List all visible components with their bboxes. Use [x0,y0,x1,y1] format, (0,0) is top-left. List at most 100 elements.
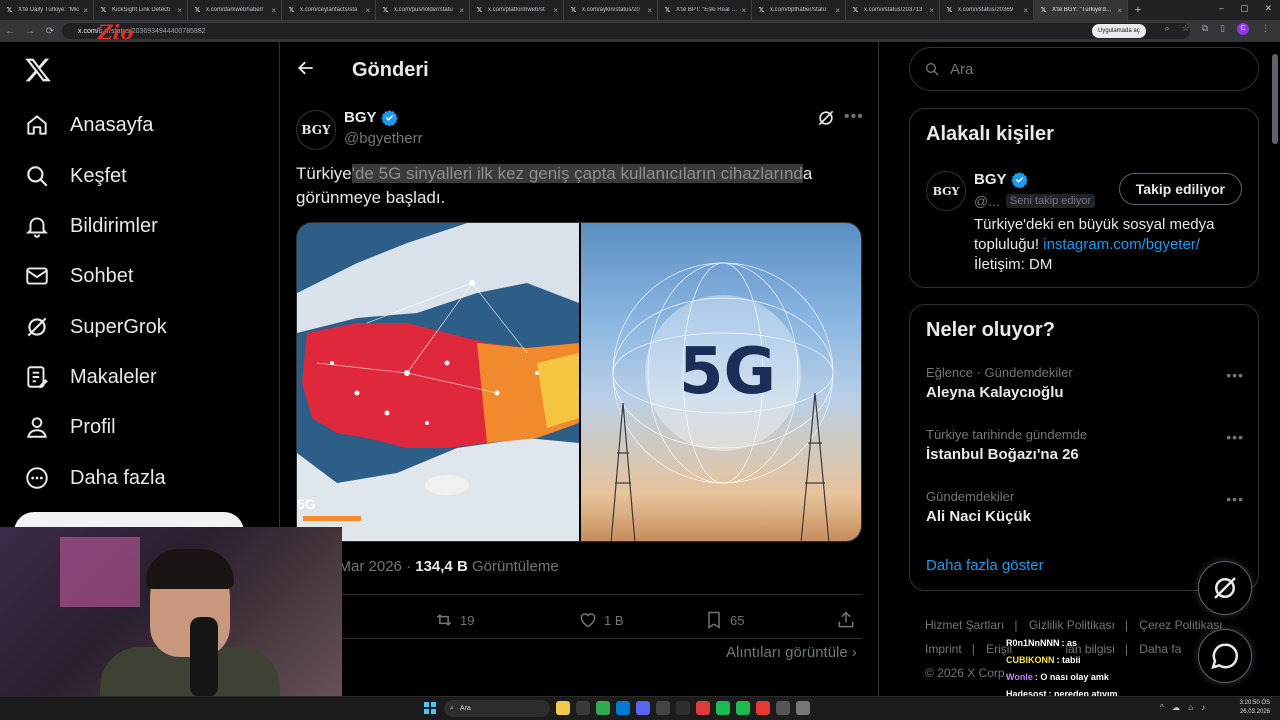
browser-tab[interactable]: 𝕏x.com/pusholder/statu × [376,0,470,20]
bio-instagram-link[interactable]: instagram.com/bgyeter/ [1043,236,1200,253]
extensions-icon[interactable]: ⧉ [1202,23,1208,35]
trend-more-icon[interactable]: ••• [1226,491,1244,507]
app-icon[interactable] [736,701,750,715]
footer-link[interactable]: Imprint [925,642,962,656]
browser-tab[interactable]: 𝕏 X'te BGY: "Türkiye'de 5 × [1034,0,1128,20]
close-tab-icon[interactable]: × [271,6,276,15]
nav-item-profile[interactable]: Profil [24,414,116,440]
grok-explain-icon[interactable] [816,108,836,128]
bookmark-button[interactable]: 65 [704,610,744,630]
browser-tab[interactable]: 𝕏 X'te Daily Türkiye: "Mic × [0,0,94,20]
footer-link[interactable]: Çerez Politikası [1139,618,1222,632]
scrollbar-thumb[interactable] [1272,54,1278,144]
trend-item[interactable]: Eğlence · Gündemdekiler Aleyna Kalaycıoğ… [926,365,1246,401]
app-icon[interactable] [656,701,670,715]
show-more-link[interactable]: Daha fazla göster [926,557,1044,574]
close-tab-icon[interactable]: × [835,6,840,15]
app-icon[interactable] [676,701,690,715]
star-icon[interactable]: ☆ [1182,23,1190,35]
close-window-icon[interactable]: ✕ [1264,3,1272,14]
browser-tab[interactable]: 𝕏x.com/ceylanfacts/sta × [282,0,376,20]
close-tab-icon[interactable]: × [647,6,652,15]
close-tab-icon[interactable]: × [741,6,746,15]
search-input[interactable]: Ara [909,47,1259,91]
trend-more-icon[interactable]: ••• [1226,367,1244,383]
minimize-icon[interactable]: – [1219,3,1224,14]
menu-icon[interactable]: ⋮ [1261,23,1270,35]
edge-icon[interactable] [616,701,630,715]
author-handle[interactable]: @bgyetherr [344,130,423,147]
author-avatar[interactable]: BGY [296,110,336,150]
footer-link[interactable]: Gizlilik Politikası [1029,618,1115,632]
profile-avatar[interactable]: C [1237,23,1249,35]
relevant-avatar[interactable]: BGY [926,171,966,211]
5g-tower-image[interactable]: 5G [581,223,861,541]
app-icon[interactable] [796,701,810,715]
author-name-link[interactable]: BGY [344,109,398,126]
share-button[interactable] [836,610,856,630]
app-icon[interactable] [756,701,770,715]
file-explorer-icon[interactable] [556,701,570,715]
relevant-name-link[interactable]: BGY [974,171,1028,188]
back-arrow-icon[interactable] [296,58,316,84]
close-tab-icon[interactable]: × [459,6,464,15]
browser-tab[interactable]: 𝕏x.com/i/status/203713 × [846,0,940,20]
spotify-icon[interactable] [716,701,730,715]
close-tab-icon[interactable]: × [177,6,182,15]
nav-item-home[interactable]: Anasayfa [24,112,153,138]
maximize-icon[interactable]: ▢ [1240,3,1249,14]
view-quotes-link[interactable]: Alıntıları görüntüle › [726,644,857,661]
footer-link[interactable]: Hizmet Şartları [925,618,1004,632]
clock[interactable]: 3:20:50 ÖS 26.03.2026 [1240,699,1270,717]
reload-icon[interactable]: ⟳ [40,26,60,37]
following-button[interactable]: Takip ediliyor [1118,173,1242,205]
sidebar-icon[interactable]: ▯ [1220,23,1225,35]
taskbar-search[interactable]: ⌕ Ara [444,700,550,717]
forward-icon[interactable]: → [20,26,40,37]
close-tab-icon[interactable]: × [365,6,370,15]
address-field[interactable]: x.com/ b rr/status/2036934944400785882 [62,23,1190,39]
nav-item-articles[interactable]: Makaleler [24,364,157,390]
x-logo[interactable] [24,56,52,92]
relevant-handle[interactable]: @... [974,193,1000,209]
nav-item-notifications[interactable]: Bildirimler [24,213,158,239]
browser-tab[interactable]: 𝕏 KickSight Link Detecti × [94,0,188,20]
browser-tab[interactable]: 𝕏x.com/i/status/20369 × [940,0,1034,20]
browser-tab[interactable]: 𝕏x.com/bpthaber/statu × [752,0,846,20]
trend-item[interactable]: Türkiye tarihinde gündemde İstanbul Boğa… [926,427,1246,463]
browser-tab[interactable]: 𝕏x.com/platformweb/st × [470,0,564,20]
close-tab-icon[interactable]: × [83,6,88,15]
close-tab-icon[interactable]: × [929,6,934,15]
close-tab-icon[interactable]: × [1117,6,1122,15]
nav-item-supergrok[interactable]: SuperGrok [24,314,167,340]
repost-button[interactable]: 19 [434,610,474,630]
back-icon[interactable]: ← [0,26,20,37]
browser-tab[interactable]: 𝕏x.com/darkwebhaber/ × [188,0,282,20]
system-tray-icons[interactable]: ^ ☁ ⌂ ♪ [1160,703,1208,712]
footer-link[interactable]: Daha fa [1139,642,1181,656]
new-tab-icon[interactable]: + [1128,4,1148,16]
nav-item-more[interactable]: Daha fazla [24,465,166,491]
messages-fab[interactable] [1198,629,1252,683]
post-media[interactable]: 5G 5G [296,222,862,542]
like-button[interactable]: 1 B [578,610,624,630]
scrollbar[interactable] [1272,44,1278,664]
browser-tab[interactable]: 𝕏x.com/aykiri/status/20 × [564,0,658,20]
discord-icon[interactable] [636,701,650,715]
trend-more-icon[interactable]: ••• [1226,429,1244,445]
turkey-5g-map-image[interactable]: 5G [297,223,579,541]
nav-item-messages[interactable]: Sohbet [24,263,133,289]
more-options-icon[interactable]: ••• [844,108,864,126]
app-icon[interactable] [576,701,590,715]
chrome-icon[interactable] [596,701,610,715]
app-icon[interactable] [776,701,790,715]
app-icon[interactable] [696,701,710,715]
trend-item[interactable]: Gündemdekiler Ali Naci Küçük ••• [926,489,1246,525]
start-button[interactable] [424,702,436,714]
nav-item-explore[interactable]: Keşfet [24,163,127,189]
close-tab-icon[interactable]: × [1023,6,1028,15]
browser-tab[interactable]: 𝕏 X'te BPT: "Eski Real Ma × [658,0,752,20]
zoom-icon[interactable]: ⌕ [1164,23,1169,35]
grok-fab[interactable] [1198,561,1252,615]
open-in-app-button[interactable]: Uygulamada aç [1092,24,1146,38]
